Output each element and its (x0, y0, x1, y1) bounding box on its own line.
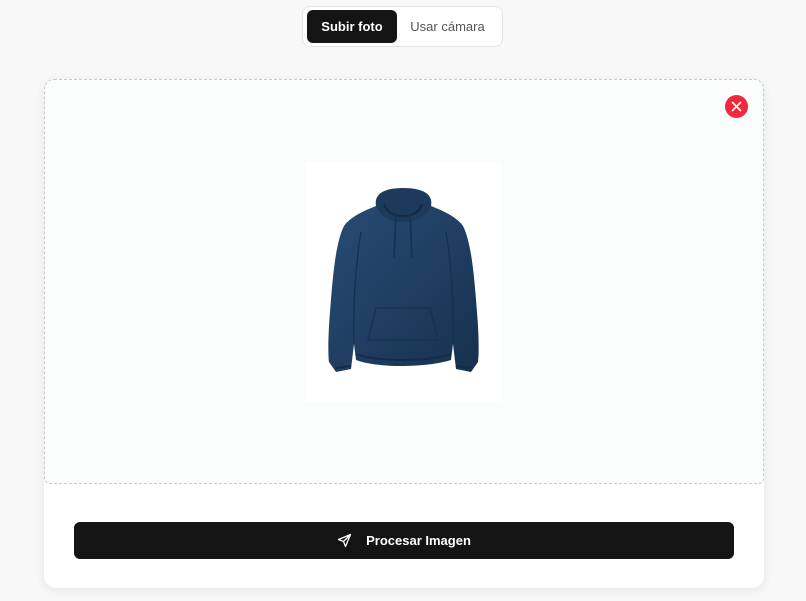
upload-card: Procesar Imagen (44, 79, 764, 588)
close-icon (731, 101, 742, 112)
image-dropzone[interactable] (44, 79, 764, 484)
image-preview (306, 162, 501, 402)
mode-tabs: Subir foto Usar cámara (302, 6, 503, 47)
tab-upload-photo[interactable]: Subir foto (307, 10, 397, 43)
process-image-button[interactable]: Procesar Imagen (74, 522, 734, 559)
send-icon (337, 533, 352, 548)
hoodie-image (328, 188, 479, 372)
tab-use-camera[interactable]: Usar cámara (397, 10, 498, 43)
remove-image-button[interactable] (725, 95, 748, 118)
process-image-label: Procesar Imagen (366, 533, 471, 548)
